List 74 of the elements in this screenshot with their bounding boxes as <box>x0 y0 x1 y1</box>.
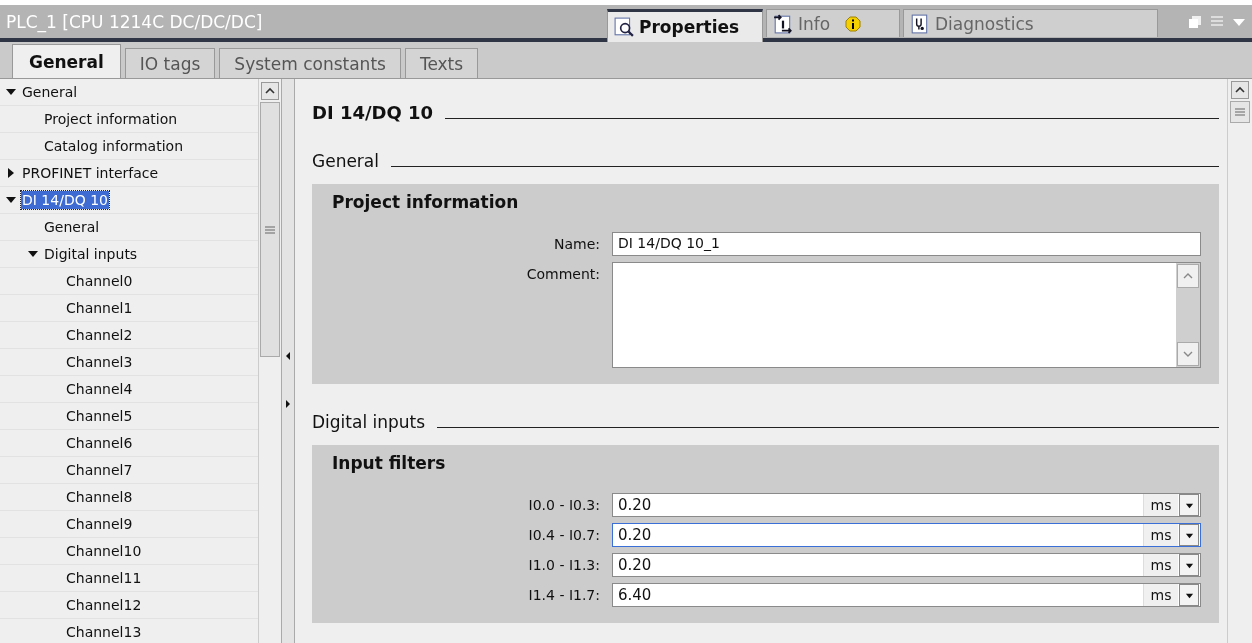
scrollbar[interactable] <box>258 79 281 643</box>
expanded-arrow-icon[interactable] <box>28 249 38 259</box>
tree-item[interactable]: General <box>43 218 101 236</box>
unit-label: ms <box>1143 494 1178 516</box>
panel-title: Project information <box>332 192 520 214</box>
scroll-thumb[interactable] <box>1230 101 1250 123</box>
collapse-left-icon[interactable] <box>285 351 291 361</box>
field-label: Name: <box>552 235 600 254</box>
tree-item[interactable]: PROFINET interface <box>21 164 160 182</box>
tree-item[interactable]: Channel3 <box>65 353 134 371</box>
window-title: PLC_1 [CPU 1214C DC/DC/DC] <box>6 11 264 32</box>
group-heading: General <box>312 151 379 171</box>
group-heading: Digital inputs <box>312 412 426 432</box>
unit-label: ms <box>1143 524 1178 546</box>
chevron-down-icon <box>1183 349 1193 359</box>
info-arrows-icon <box>773 13 793 34</box>
expand-right-icon[interactable] <box>285 399 291 409</box>
tree-item[interactable]: Channel10 <box>65 542 143 560</box>
tree-item[interactable]: Channel2 <box>65 326 134 344</box>
tree-item[interactable]: Catalog information <box>43 137 184 155</box>
dropdown-button[interactable] <box>1179 554 1199 576</box>
grip-icon <box>265 225 275 234</box>
tree-item[interactable]: Channel6 <box>65 434 134 452</box>
tab[interactable]: Texts <box>404 48 479 78</box>
tree-item[interactable]: Channel1 <box>65 299 134 317</box>
collapsed-arrow-icon[interactable] <box>6 168 16 178</box>
filter-time-field[interactable]: 0.20 ms <box>612 553 1201 577</box>
tree-item[interactable]: Channel7 <box>65 461 134 479</box>
filter-time-field[interactable]: 0.20 ms <box>612 493 1201 517</box>
tree-item[interactable]: Channel0 <box>65 272 134 290</box>
tree-item[interactable]: DI 14/DQ 10 <box>21 191 109 209</box>
scroll-up-button[interactable] <box>1231 81 1249 99</box>
field-label: I0.4 - I0.7: <box>527 526 600 545</box>
field-label: I1.0 - I1.3: <box>527 556 600 575</box>
chevron-up-icon <box>1183 271 1193 281</box>
tab[interactable]: IO tags <box>124 48 216 78</box>
field-label: Comment: <box>525 265 600 284</box>
scroll-thumb[interactable] <box>260 102 280 357</box>
tree-item[interactable]: Channel11 <box>65 569 143 587</box>
inspector-tab[interactable]: Properties <box>607 9 763 42</box>
section-heading: DI 14/DQ 10 <box>312 102 434 123</box>
field-label: I1.4 - I1.7: <box>527 586 600 605</box>
dropdown-button[interactable] <box>1179 494 1199 516</box>
inspector-tab[interactable]: Info <box>766 9 900 37</box>
dropdown-button[interactable] <box>1179 584 1199 606</box>
tree-item[interactable]: Channel9 <box>65 515 134 533</box>
tree-item[interactable]: Channel8 <box>65 488 134 506</box>
tree-item[interactable]: Project information <box>43 110 179 128</box>
grip-icon <box>1235 108 1245 116</box>
panel-title: Input filters <box>332 453 447 475</box>
tree-item[interactable]: Digital inputs <box>43 245 139 263</box>
tab[interactable]: General <box>12 44 121 78</box>
scrollbar[interactable] <box>1227 79 1252 643</box>
chevron-up-icon <box>1235 85 1245 95</box>
tree-item[interactable]: Channel4 <box>65 380 134 398</box>
stethoscope-icon <box>910 13 930 34</box>
filter-time-field[interactable]: 0.20 ms <box>612 523 1201 547</box>
magnifier-icon <box>614 17 634 37</box>
tree-item[interactable]: Channel13 <box>65 623 143 641</box>
expanded-arrow-icon[interactable] <box>6 195 16 205</box>
field-label: I0.0 - I0.3: <box>527 496 600 515</box>
inspector-tab[interactable]: Diagnostics <box>903 9 1158 37</box>
expanded-arrow-icon[interactable] <box>6 87 16 97</box>
filter-time-field[interactable]: 6.40 ms <box>612 583 1201 607</box>
tab[interactable]: System constants <box>219 48 401 78</box>
scroll-up-button[interactable] <box>261 82 279 100</box>
unit-label: ms <box>1143 584 1178 606</box>
dropdown-button[interactable] <box>1179 524 1199 546</box>
unit-label: ms <box>1143 554 1178 576</box>
tree-item[interactable]: Channel5 <box>65 407 134 425</box>
tree-item[interactable]: General <box>21 83 79 101</box>
tree-item[interactable]: Channel12 <box>65 596 143 614</box>
name-field[interactable]: DI 14/DQ 10_1 <box>612 232 1201 256</box>
chevron-up-icon <box>265 86 275 96</box>
